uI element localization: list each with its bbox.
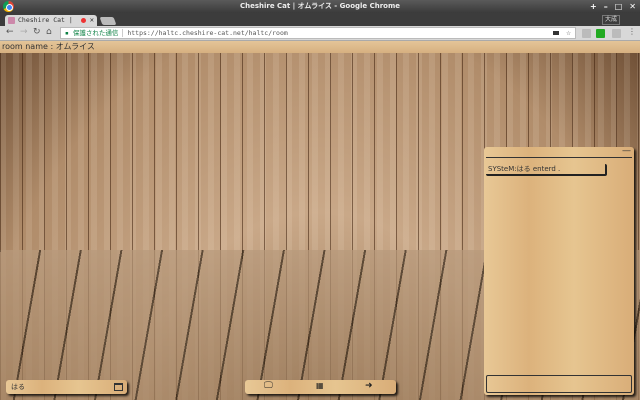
room-header: room name : オムライス — [0, 41, 640, 53]
favicon-icon — [8, 17, 15, 24]
forward-icon[interactable]: → — [20, 27, 28, 37]
reload-icon[interactable]: ↻ — [33, 27, 41, 37]
maximize-icon[interactable]: □ — [615, 0, 623, 13]
window-icon[interactable] — [114, 383, 123, 391]
user-name: はる — [11, 383, 25, 391]
back-icon[interactable]: ← — [6, 27, 14, 37]
chat-message: SYSteM:はる enterd . — [486, 164, 607, 176]
user-panel: はる — [6, 380, 127, 394]
new-tab-button[interactable] — [99, 17, 117, 25]
address-bar[interactable]: ▪ 保護された通信 https://haltc.cheshire-cat.net/… — [60, 27, 576, 39]
recording-icon — [81, 18, 86, 23]
url-text: https://haltc.cheshire-cat.net/haltc/roo… — [122, 29, 288, 37]
home-icon[interactable]: ⌂ — [46, 27, 52, 37]
tab-close-icon[interactable]: ✕ — [90, 15, 94, 26]
bookmark-star-icon[interactable]: ☆ — [566, 28, 571, 38]
lock-icon: ▪ — [65, 29, 73, 37]
chrome-logo-icon — [3, 1, 14, 12]
minimize-chat-icon[interactable]: — — [622, 146, 631, 156]
grid-icon[interactable]: ▦ — [316, 381, 324, 390]
monitor-icon[interactable]: 🖵 — [264, 381, 273, 391]
room-page: room name : オムライス — SYSteM:はる enterd . は… — [0, 41, 640, 400]
window-title: Cheshire Cat | オムライス - Google Chrome — [239, 2, 401, 10]
control-bar: 🖵 ▦ ➜ — [245, 380, 396, 394]
tab-strip: Cheshire Cat | ✕ 大成 — [0, 13, 640, 26]
extension-icon[interactable] — [596, 29, 605, 38]
security-label: 保護された通信 — [72, 29, 119, 37]
pin-icon[interactable]: + — [590, 0, 597, 13]
tab-cheshire-cat[interactable]: Cheshire Cat | ✕ — [5, 15, 97, 26]
chat-panel: — SYSteM:はる enterd . — [484, 146, 634, 395]
sign-out-icon[interactable]: ➜ — [365, 381, 373, 391]
extension-icon[interactable] — [582, 29, 591, 38]
camera-icon[interactable] — [553, 31, 559, 35]
extension-icon[interactable] — [612, 29, 621, 38]
minimize-icon[interactable]: – — [604, 0, 608, 13]
title-bar: Cheshire Cat | オムライス - Google Chrome + – □… — [0, 0, 640, 13]
menu-icon[interactable]: ⋮ — [628, 27, 636, 36]
profile-button[interactable]: 大成 — [601, 15, 620, 25]
divider — [486, 157, 632, 158]
browser-toolbar: ← → ↻ ⌂ ▪ 保護された通信 https://haltc.cheshire-… — [0, 26, 640, 41]
chat-input[interactable] — [486, 375, 632, 393]
tab-title: Cheshire Cat | — [18, 16, 73, 24]
close-icon[interactable]: ✕ — [629, 0, 636, 13]
